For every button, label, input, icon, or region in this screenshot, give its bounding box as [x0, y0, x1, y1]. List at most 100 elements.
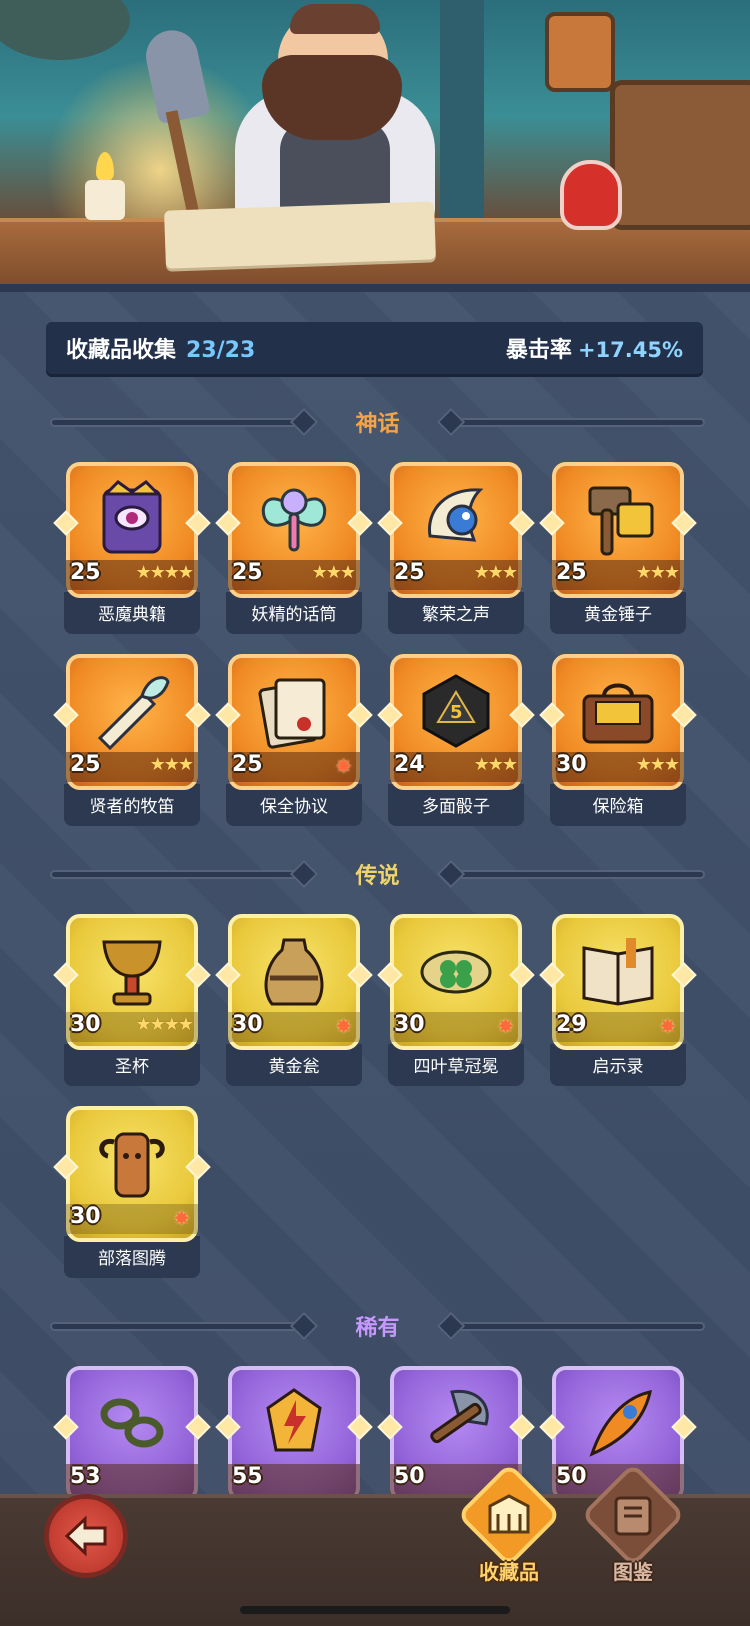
section-divider-mythic: 神话 — [50, 404, 705, 440]
star-rating: ★★★★ — [135, 1014, 194, 1035]
clover-crown-icon — [420, 950, 492, 994]
back-arrow-icon — [64, 1515, 107, 1557]
dwarf-beard — [262, 55, 402, 140]
item-level: 25 — [70, 752, 101, 777]
collection-tab-icon — [488, 1494, 530, 1534]
section-title-rare: 稀有 — [355, 1316, 400, 1341]
treasure-map-icon — [164, 201, 436, 269]
item-level: 25 — [232, 560, 263, 585]
lightning-gem-icon — [266, 1388, 322, 1452]
collectible-card[interactable]: 25 ★★★ 贤者的牧笛 — [53, 654, 211, 826]
dwarf-shop-banner — [0, 0, 750, 292]
item-level: 25 — [70, 560, 101, 585]
collection-progress: 收藏品收集 23/23 — [66, 332, 255, 364]
dwarf-hair — [290, 4, 380, 34]
star-rating: ✸ — [497, 1014, 514, 1038]
collectible-card[interactable]: 29 ✸ 启示录 — [539, 914, 697, 1086]
tab-codex-label: 图鉴 — [613, 1560, 653, 1584]
item-name: 四叶草冠冕 — [413, 1057, 499, 1077]
collection-count: 23/23 — [186, 338, 256, 363]
svg-text:5: 5 — [450, 702, 463, 723]
tribal-totem-icon — [99, 1132, 165, 1198]
collectible-card[interactable]: 30 ✸ 黄金瓮 — [215, 914, 373, 1086]
totem-decoration-icon — [545, 12, 615, 92]
back-button[interactable] — [44, 1494, 128, 1578]
crit-label: 暴击率 — [505, 338, 572, 363]
item-level: 30 — [70, 1012, 101, 1037]
star-rating: ★★★ — [635, 754, 680, 775]
treasure-chest-icon — [610, 80, 750, 230]
item-level: 25 — [232, 752, 263, 777]
red-potion-icon — [560, 160, 622, 230]
star-rating: ✸ — [659, 1014, 676, 1038]
fairy-microphone-icon — [261, 488, 327, 552]
item-name: 保全协议 — [260, 797, 328, 817]
item-name: 恶魔典籍 — [98, 605, 166, 625]
tab-collection[interactable]: 收藏品 — [454, 1462, 564, 1598]
section-divider-legendary: 传说 — [50, 856, 705, 892]
crit-rate: 暴击率 +17.45% — [506, 332, 683, 364]
item-name: 圣杯 — [115, 1057, 149, 1077]
item-name: 保险箱 — [592, 797, 644, 817]
item-name: 启示录 — [592, 1057, 644, 1077]
star-rating: ✸ — [335, 1014, 352, 1038]
home-indicator — [240, 1606, 510, 1614]
hanging-bag-icon — [0, 0, 130, 60]
star-rating: ✸ — [173, 1206, 190, 1230]
item-level: 53 — [70, 1464, 101, 1489]
tab-codex[interactable]: 图鉴 — [578, 1462, 688, 1598]
collectible-card[interactable]: 5 24 ★★★ 多面骰子 — [377, 654, 535, 826]
security-contract-icon — [258, 678, 326, 749]
golden-hammer-icon — [588, 486, 654, 556]
item-level: 25 — [394, 560, 425, 585]
collectible-card[interactable]: 30 ✸ 四叶草冠冕 — [377, 914, 535, 1086]
candle-icon — [85, 180, 125, 220]
prosperity-horn-icon — [428, 488, 484, 542]
item-name: 妖精的话筒 — [251, 605, 337, 625]
item-name: 贤者的牧笛 — [89, 797, 175, 817]
item-name: 黄金锤子 — [584, 605, 652, 625]
item-level: 50 — [394, 1464, 425, 1489]
item-name: 黄金瓮 — [268, 1057, 320, 1077]
item-level: 25 — [556, 560, 587, 585]
section-title-legendary: 传说 — [355, 864, 400, 889]
thorn-chain-icon — [100, 1398, 164, 1448]
item-level: 30 — [556, 752, 587, 777]
star-rating: ★★★ — [311, 562, 356, 583]
item-level: 30 — [70, 1204, 101, 1229]
star-rating: ★★★ — [473, 562, 518, 583]
battle-axe-icon — [430, 1389, 489, 1444]
holy-grail-icon — [102, 940, 162, 1006]
star-rating: ★★★ — [473, 754, 518, 775]
collectible-card[interactable]: 25 ✸ 保全协议 — [215, 654, 373, 826]
safe-box-icon — [582, 683, 654, 744]
collectible-card[interactable]: 25 ★★★ 黄金锤子 — [539, 462, 697, 634]
crit-value: +17.45% — [577, 338, 683, 362]
collectible-card[interactable]: 25 ★★★★ 恶魔典籍 — [53, 462, 211, 634]
collection-label: 收藏品收集 — [66, 338, 177, 363]
section-title-mythic: 神话 — [355, 412, 400, 437]
fire-feather-icon — [589, 1390, 652, 1457]
item-name: 繁荣之声 — [422, 605, 490, 625]
item-level: 55 — [232, 1464, 263, 1489]
collectible-card[interactable]: 25 ★★★ 妖精的话筒 — [215, 462, 373, 634]
star-rating: ✸ — [335, 754, 352, 778]
collectible-card[interactable]: 30 ★★★★ 圣杯 — [53, 914, 211, 1086]
star-rating: ★★★ — [635, 562, 680, 583]
stone-pillar — [440, 0, 484, 220]
section-divider-rare: 稀有 — [50, 1308, 705, 1344]
star-rating: ★★★★ — [135, 562, 194, 583]
collectible-card[interactable]: 25 ★★★ 繁荣之声 — [377, 462, 535, 634]
collectible-card[interactable]: 30 ✸ 部落图腾 — [53, 1106, 211, 1278]
star-rating: ★★★ — [149, 754, 194, 775]
item-level: 30 — [394, 1012, 425, 1037]
item-level: 29 — [556, 1012, 587, 1037]
collectible-card[interactable]: 30 ★★★ 保险箱 — [539, 654, 697, 826]
sage-flute-icon — [97, 676, 170, 750]
demon-book-icon — [102, 480, 162, 554]
tab-collection-label: 收藏品 — [479, 1560, 539, 1584]
item-name: 多面骰子 — [422, 797, 490, 817]
codex-book-icon — [614, 1496, 652, 1536]
banner-rim — [0, 284, 750, 292]
collection-stats-bar: 收藏品收集 23/23 暴击率 +17.45% — [46, 322, 703, 374]
